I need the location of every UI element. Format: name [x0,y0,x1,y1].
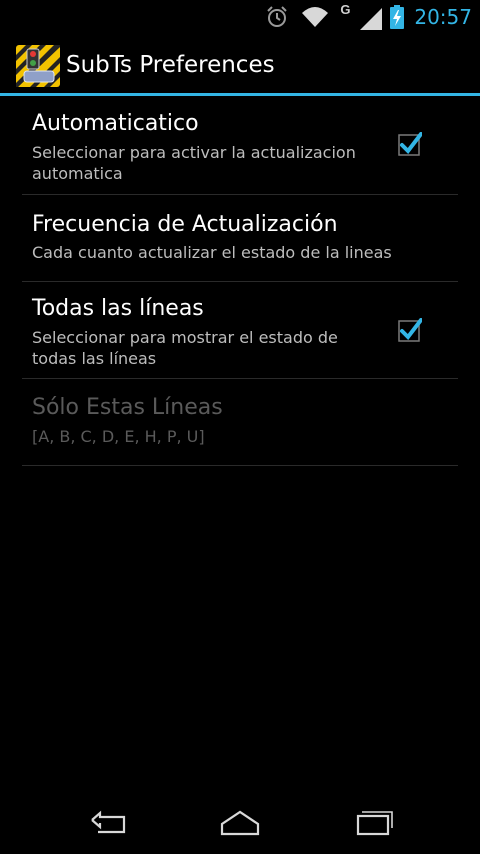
recent-apps-icon [356,811,393,836]
nav-bar [0,790,480,854]
pref-all-lines[interactable]: Todas las líneas Seleccionar para mostra… [22,282,458,379]
home-icon [220,810,260,836]
battery-charging-icon [390,4,405,29]
network-type-label: G [340,1,351,17]
pref-update-frequency[interactable]: Frecuencia de Actualización Cada cuanto … [22,195,458,282]
pref-title: Frecuencia de Actualización [32,212,338,237]
pref-title: Automaticatico [32,111,199,136]
back-icon [91,810,126,834]
page-title: SubTs Preferences [66,52,275,78]
status-icons: G 20:57 [264,0,480,33]
pref-title: Todas las líneas [32,296,204,321]
pref-summary: Cada cuanto actualizar el estado de la l… [32,243,392,262]
app-icon[interactable] [16,45,60,87]
preferences-list: Automaticatico Seleccionar para activar … [22,98,458,466]
auto-update-checkbox[interactable] [398,132,422,156]
wifi-icon [302,6,329,27]
action-bar-divider [0,93,480,96]
signal-group: G [340,1,384,30]
back-button[interactable] [84,806,132,838]
pref-only-these-lines: Sólo Estas Líneas [A, B, C, D, E, H, P, … [22,379,458,466]
pref-summary: Seleccionar para activar la actualizacio… [32,143,356,183]
status-bar: G 20:57 [0,0,480,33]
signal-icon [360,7,383,30]
home-button[interactable] [216,806,264,838]
pref-auto-update[interactable]: Automaticatico Seleccionar para activar … [22,98,458,195]
pref-summary: [A, B, C, D, E, H, P, U] [32,427,205,446]
all-lines-checkbox[interactable] [398,318,422,342]
pref-title: Sólo Estas Líneas [32,395,223,420]
alarm-icon [267,5,288,27]
pref-summary: Seleccionar para mostrar el estado de to… [32,328,338,368]
action-bar: SubTs Preferences [0,33,480,96]
status-clock: 20:57 [414,4,472,29]
recent-apps-button[interactable] [348,806,396,838]
